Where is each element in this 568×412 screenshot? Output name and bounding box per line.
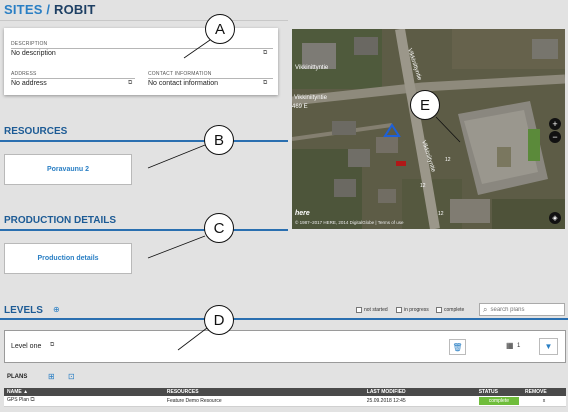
grid-count: 1	[517, 343, 521, 349]
in-progress-checkbox[interactable]	[396, 307, 402, 313]
edit-address-icon[interactable]: ⧉	[128, 80, 132, 87]
expand-level-button[interactable]: ▼	[539, 338, 558, 355]
address-underline	[11, 78, 135, 79]
breadcrumb-separator: /	[46, 2, 51, 17]
search-plans-input[interactable]	[490, 306, 561, 313]
complete-checkbox[interactable]	[436, 307, 442, 313]
grid-icon: ▦	[506, 341, 514, 350]
not-started-checkbox[interactable]	[356, 307, 362, 313]
site-map[interactable]: Vikkinittyntie Vikkiniityntie 469 E Vikk…	[292, 29, 565, 229]
production-details-title: PRODUCTION DETAILS	[4, 215, 117, 226]
search-plans-box[interactable]: ⌕	[479, 303, 565, 316]
levels-title: LEVELS	[4, 305, 43, 316]
zoom-in-button[interactable]: +	[549, 118, 561, 130]
complete-label: complete	[444, 307, 465, 313]
address-value[interactable]: No address	[11, 80, 47, 87]
callout-e: E	[410, 90, 440, 120]
layers-icon[interactable]: ◈	[549, 212, 561, 224]
description-label: DESCRIPTION	[11, 41, 48, 47]
description-underline	[11, 48, 273, 49]
map-copyright[interactable]: © 1987–2017 HERE, 2014 DigitalGlobe | Te…	[295, 219, 404, 225]
contact-value[interactable]: No contact information	[148, 80, 218, 87]
map-number-label-1: 469 E	[292, 104, 308, 110]
in-progress-label: in progress	[404, 307, 429, 313]
remove-plan-button[interactable]: x	[522, 396, 566, 407]
resources-title: RESOURCES	[4, 126, 68, 137]
add-plan-icon[interactable]: ⊞	[48, 372, 55, 381]
map-number-label-4: 12	[438, 211, 444, 217]
site-info-card: DESCRIPTION No description ⧉ ADDRESS No …	[4, 28, 278, 95]
production-details-divider	[0, 229, 288, 231]
plans-table: NAME ▲ RESOURCES LAST MODIFIED STATUS RE…	[4, 388, 566, 407]
satellite-imagery: Vikkinittyntie Vikkiniityntie 469 E Vikk…	[292, 29, 565, 229]
description-value[interactable]: No description	[11, 50, 56, 57]
page-title: SITES / ROBIT	[4, 2, 95, 17]
address-label: ADDRESS	[11, 71, 37, 77]
filter-complete[interactable]: complete	[436, 307, 464, 313]
plans-table-header: NAME ▲ RESOURCES LAST MODIFIED STATUS RE…	[4, 388, 566, 396]
level-row[interactable]: Level one ⧉ 🗑 ▦ 1 ▼	[4, 330, 566, 363]
level-name: Level one	[11, 343, 42, 350]
callout-c: C	[204, 213, 234, 243]
resource-poravaunu-button[interactable]: Poravaunu 2	[4, 154, 132, 185]
here-logo: here	[295, 210, 310, 217]
contact-underline	[148, 78, 273, 79]
map-street-label-2: Vikkiniityntie	[294, 95, 328, 101]
production-details-button[interactable]: Production details	[4, 243, 132, 274]
resources-divider	[0, 140, 288, 142]
map-street-label-1: Vikkinittyntie	[295, 65, 329, 71]
header-divider	[0, 20, 288, 21]
levels-divider	[0, 318, 568, 320]
plan-status-cell: complete	[475, 396, 522, 407]
plan-name-cell[interactable]: GPS Plan ⧉	[4, 396, 164, 407]
search-icon: ⌕	[483, 304, 488, 314]
breadcrumb-sites[interactable]: SITES	[4, 2, 43, 17]
plan-name[interactable]: GPS Plan	[7, 397, 29, 403]
column-status-header[interactable]: STATUS	[475, 388, 522, 396]
zoom-out-button[interactable]: −	[549, 131, 561, 143]
callout-d: D	[204, 305, 234, 335]
edit-level-icon[interactable]: ⧉	[50, 342, 54, 349]
contact-label: CONTACT INFORMATION	[148, 71, 212, 77]
map-number-label-2: 12	[445, 157, 451, 163]
not-started-label: not started	[364, 307, 388, 313]
breadcrumb-site-name: ROBIT	[54, 2, 96, 17]
column-last-modified-header[interactable]: LAST MODIFIED	[363, 388, 476, 396]
column-remove-header: REMOVE	[522, 388, 566, 396]
plan-resources: Feature Demo Resource	[163, 396, 364, 407]
import-plan-icon[interactable]: ⊡	[68, 372, 75, 381]
delete-level-button[interactable]: 🗑	[449, 339, 466, 355]
edit-contact-icon[interactable]: ⧉	[263, 80, 267, 87]
callout-a: A	[205, 14, 235, 44]
column-name-header[interactable]: NAME ▲	[4, 388, 164, 396]
table-row[interactable]: GPS Plan ⧉ Feature Demo Resource 25.09.2…	[4, 396, 566, 407]
callout-b: B	[204, 125, 234, 155]
column-resources-header[interactable]: RESOURCES	[163, 388, 364, 396]
filter-not-started[interactable]: not started	[356, 307, 388, 313]
edit-description-icon[interactable]: ⧉	[263, 50, 267, 57]
add-level-icon[interactable]: ⊕	[53, 305, 60, 314]
filter-in-progress[interactable]: in progress	[396, 307, 429, 313]
plans-title: PLANS	[7, 374, 28, 380]
map-number-label-3: 12	[420, 183, 426, 189]
status-badge: complete	[478, 396, 519, 405]
edit-plan-icon[interactable]: ⧉	[30, 397, 34, 403]
plan-last-modified: 25.09.2018 12:45	[363, 396, 476, 407]
